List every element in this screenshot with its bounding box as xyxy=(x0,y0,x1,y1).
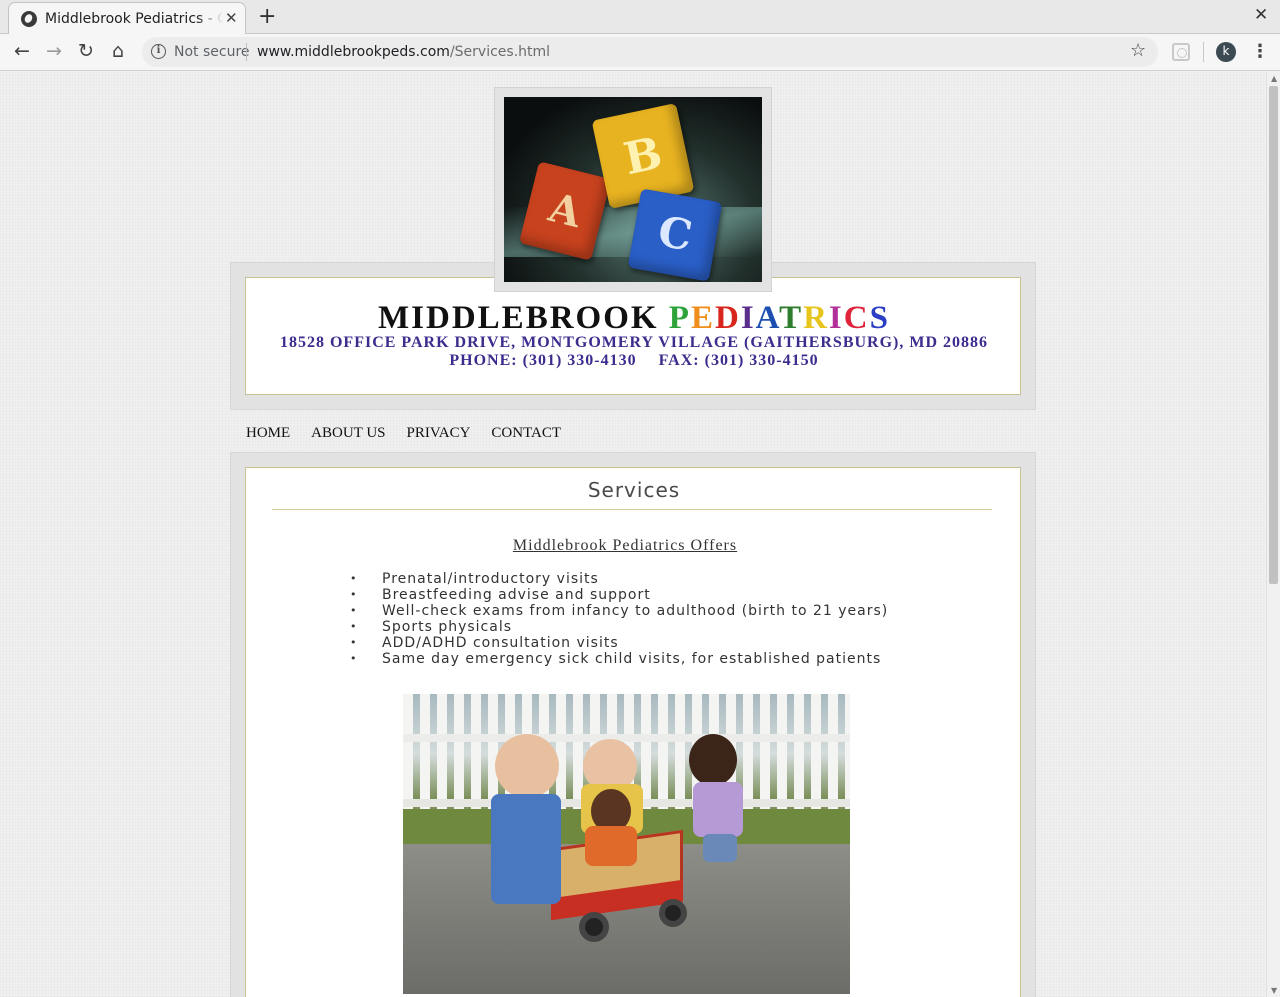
letter-block-c: C xyxy=(627,188,723,282)
title-letter: P xyxy=(668,300,691,336)
site-address: 18528 OFFICE PARK DRIVE, MONTGOMERY VILL… xyxy=(279,334,989,351)
nav-about-us[interactable]: ABOUT US xyxy=(311,425,385,441)
page-viewport: MIDDLEBROOK PEDIATRICS 18528 OFFICE PARK… xyxy=(0,72,1266,997)
site-title: MIDDLEBROOK PEDIATRICS xyxy=(246,300,1022,337)
page-title: Services xyxy=(587,478,681,502)
services-list: Prenatal/introductory visits Breastfeedi… xyxy=(346,571,888,667)
security-label[interactable]: Not secure xyxy=(174,44,250,60)
title-letter: A xyxy=(755,300,780,336)
url-text[interactable]: www.middlebrookpeds.com/Services.html xyxy=(257,44,550,60)
title-letter: R xyxy=(803,300,829,336)
fax-number: FAX: (301) 330-4150 xyxy=(658,352,819,369)
service-item: Prenatal/introductory visits xyxy=(346,571,888,587)
new-tab-button[interactable]: + xyxy=(258,4,276,29)
logo-frame: A B C xyxy=(494,87,772,292)
abc-blocks-logo: A B C xyxy=(504,97,762,282)
content-area: Services Middlebrook Pediatrics Offers P… xyxy=(230,452,1036,997)
omnibox-divider xyxy=(246,43,247,61)
title-divider xyxy=(272,509,992,510)
extension-icon[interactable] xyxy=(1172,43,1190,61)
offers-heading: Middlebrook Pediatrics Offers xyxy=(512,537,738,554)
scrollbar-thumb[interactable] xyxy=(1269,86,1278,584)
tab-strip: Middlebrook Pediatrics - Go ✕ + ✕ xyxy=(0,0,1280,35)
tab-close-icon[interactable]: ✕ xyxy=(225,9,238,27)
info-icon[interactable]: i xyxy=(151,44,166,59)
service-item: Sports physicals xyxy=(346,619,888,635)
nav-home[interactable]: HOME xyxy=(246,425,290,441)
title-letter: E xyxy=(690,300,715,336)
toolbar-divider xyxy=(1203,42,1204,62)
site-contact-numbers: PHONE: (301) 330-4130 FAX: (301) 330-4150 xyxy=(246,352,1022,370)
children-wagon-photo xyxy=(403,694,850,994)
home-icon[interactable]: ⌂ xyxy=(107,40,129,62)
kebab-menu-icon[interactable]: ⋮ xyxy=(1251,41,1269,62)
address-bar[interactable]: i Not secure www.middlebrookpeds.com/Ser… xyxy=(142,37,1158,67)
title-letter: I xyxy=(740,300,756,336)
tab-title: Middlebrook Pediatrics - Go xyxy=(45,11,223,27)
back-arrow-icon[interactable]: ← xyxy=(11,40,33,62)
scroll-down-icon[interactable]: ▼ xyxy=(1271,986,1277,995)
title-letter: T xyxy=(779,300,804,336)
forward-arrow-icon[interactable]: → xyxy=(43,40,65,62)
profile-avatar[interactable]: k xyxy=(1216,42,1236,62)
main-nav: HOME ABOUT US PRIVACY CONTACT xyxy=(246,422,582,442)
url-domain: www.middlebrookpeds.com xyxy=(257,44,450,60)
browser-tab[interactable]: Middlebrook Pediatrics - Go ✕ xyxy=(8,2,246,35)
title-letter: C xyxy=(843,300,870,336)
title-plain: MIDDLEBROOK xyxy=(378,300,669,336)
nav-privacy[interactable]: PRIVACY xyxy=(407,425,471,441)
window-close-button[interactable]: ✕ xyxy=(1254,5,1268,25)
vertical-scrollbar[interactable]: ▲ ▼ xyxy=(1266,72,1280,997)
service-item: Well-check exams from infancy to adultho… xyxy=(346,603,888,619)
browser-toolbar: ← → ↻ ⌂ i Not secure www.middlebrookpeds… xyxy=(0,34,1280,71)
title-letter: S xyxy=(869,300,890,336)
service-item: Same day emergency sick child visits, fo… xyxy=(346,651,888,667)
star-icon[interactable]: ☆ xyxy=(1130,40,1146,61)
url-path: /Services.html xyxy=(449,44,551,60)
title-letter: D xyxy=(714,300,741,336)
title-letter: I xyxy=(828,300,844,336)
nav-contact[interactable]: CONTACT xyxy=(491,425,561,441)
globe-icon xyxy=(21,11,37,27)
service-item: ADD/ADHD consultation visits xyxy=(346,635,888,651)
scroll-up-icon[interactable]: ▲ xyxy=(1271,74,1277,83)
reload-icon[interactable]: ↻ xyxy=(75,40,97,62)
content-panel: Services Middlebrook Pediatrics Offers P… xyxy=(245,467,1021,997)
header-panel: MIDDLEBROOK PEDIATRICS 18528 OFFICE PARK… xyxy=(245,277,1021,395)
phone-number: PHONE: (301) 330-4130 xyxy=(449,352,637,369)
service-item: Breastfeeding advise and support xyxy=(346,587,888,603)
